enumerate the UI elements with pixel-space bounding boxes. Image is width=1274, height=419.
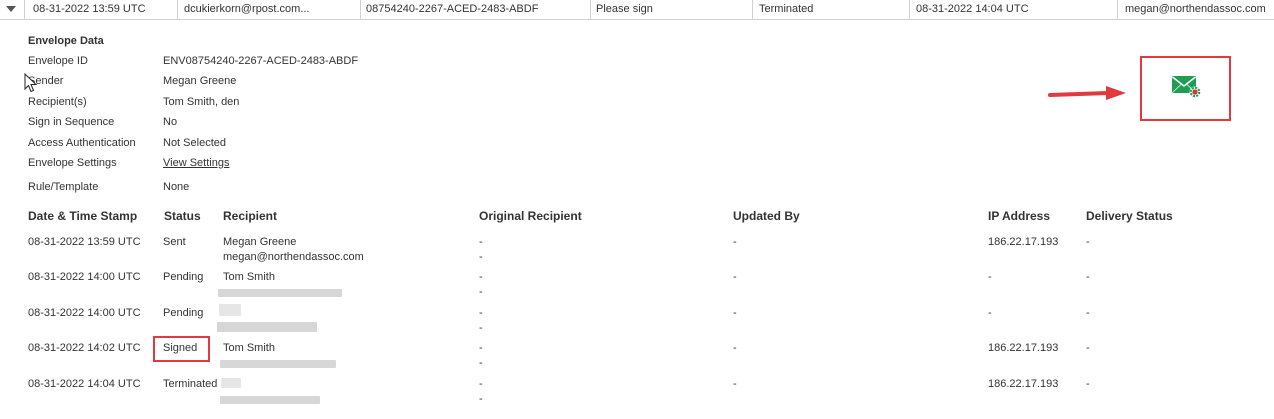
column-separator: [909, 0, 910, 19]
envelope-id-label: Envelope ID: [28, 55, 88, 67]
row-delivery-status: -: [1086, 271, 1090, 283]
row-original-recipient: -: [479, 271, 483, 283]
envelope-summary-row[interactable]: 08-31-2022 13:59 UTC dcukierkorn@rpost.c…: [0, 0, 1274, 20]
summary-recipient: megan@northendassoc.com: [1125, 3, 1266, 15]
col-header-original-recipient: Original Recipient: [479, 209, 582, 223]
row-status: Pending: [163, 307, 204, 319]
row-ip-address: 186.22.17.193: [988, 342, 1059, 354]
row-original-recipient: -: [479, 236, 483, 248]
col-header-delivery-status: Delivery Status: [1086, 209, 1173, 223]
summary-subject: Please sign: [596, 3, 653, 15]
row-timestamp: 08-31-2022 14:00 UTC: [28, 307, 141, 319]
col-header-updated-by: Updated By: [733, 209, 800, 223]
col-header-ip-address: IP Address: [988, 209, 1051, 223]
redacted-email: [218, 289, 342, 297]
row-original-recipient-2: -: [479, 286, 483, 298]
chevron-down-icon[interactable]: [6, 6, 16, 12]
summary-last-updated: 08-31-2022 14:04 UTC: [916, 3, 1029, 15]
col-header-status: Status: [164, 209, 201, 223]
row-original-recipient: -: [479, 307, 483, 319]
access-authentication-label: Access Authentication: [28, 137, 136, 149]
summary-sender: dcukierkorn@rpost.com...: [184, 3, 310, 15]
row-ip-address: -: [988, 271, 992, 283]
row-updated-by: -: [733, 236, 737, 248]
mouse-cursor-icon: [24, 73, 38, 93]
redacted-email: [217, 322, 317, 332]
column-separator: [590, 0, 591, 19]
row-original-recipient-2: -: [479, 322, 483, 334]
access-authentication-value: Not Selected: [163, 137, 226, 149]
row-timestamp: 08-31-2022 14:02 UTC: [28, 342, 141, 354]
row-recipient-email: megan@northendassoc.com: [223, 251, 364, 263]
envelope-gear-icon[interactable]: [1171, 75, 1201, 99]
column-separator: [24, 0, 25, 19]
view-settings-link[interactable]: View Settings: [163, 157, 229, 169]
envelope-data-title: Envelope Data: [28, 35, 104, 47]
red-arrow-icon: [1048, 86, 1126, 100]
column-separator: [177, 0, 178, 19]
row-timestamp: 08-31-2022 14:00 UTC: [28, 271, 141, 283]
row-recipient-name: Tom Smith: [223, 271, 275, 283]
row-recipient-name: Megan Greene: [223, 236, 297, 248]
row-status: Terminated: [163, 378, 218, 390]
row-ip-address: -: [988, 307, 992, 319]
row-delivery-status: -: [1086, 378, 1090, 390]
redacted-email: [220, 396, 320, 404]
row-original-recipient: -: [479, 378, 483, 390]
row-updated-by: -: [733, 307, 737, 319]
sign-in-sequence-label: Sign in Sequence: [28, 116, 115, 128]
rule-template-label: Rule/Template: [28, 181, 99, 193]
row-original-recipient-2: -: [479, 393, 483, 405]
rule-template-value: None: [163, 181, 190, 193]
row-timestamp: 08-31-2022 13:59 UTC: [28, 236, 141, 248]
col-header-timestamp: Date & Time Stamp: [28, 209, 138, 223]
row-ip-address: 186.22.17.193: [988, 378, 1059, 390]
sign-in-sequence-value: No: [163, 116, 178, 128]
redacted-name: [219, 304, 241, 316]
row-updated-by: -: [733, 271, 737, 283]
row-delivery-status: -: [1086, 342, 1090, 354]
row-timestamp: 08-31-2022 14:04 UTC: [28, 378, 141, 390]
redacted-name: [221, 378, 241, 388]
redacted-email: [220, 360, 336, 368]
column-separator: [752, 0, 753, 19]
row-updated-by: -: [733, 342, 737, 354]
envelope-settings-label: Envelope Settings: [28, 157, 117, 169]
summary-date-sent: 08-31-2022 13:59 UTC: [33, 3, 146, 15]
recipients-value: Tom Smith, den: [163, 96, 240, 108]
envelope-id-value: ENV08754240-2267-ACED-2483-ABDF: [163, 55, 359, 67]
summary-envelope-id: 08754240-2267-ACED-2483-ABDF: [366, 3, 539, 15]
row-ip-address: 186.22.17.193: [988, 236, 1059, 248]
row-recipient-name: Tom Smith: [223, 342, 275, 354]
row-delivery-status: -: [1086, 307, 1090, 319]
sender-value: Megan Greene: [163, 75, 237, 87]
summary-status: Terminated: [759, 3, 814, 15]
recipients-label: Recipient(s): [28, 96, 87, 108]
column-separator: [1117, 0, 1118, 19]
column-separator: [360, 0, 361, 19]
row-original-recipient-2: -: [479, 251, 483, 263]
col-header-recipient: Recipient: [223, 209, 278, 223]
row-delivery-status: -: [1086, 236, 1090, 248]
status-highlight-box: [153, 336, 210, 362]
row-original-recipient: -: [479, 342, 483, 354]
row-status: Pending: [163, 271, 204, 283]
row-status: Sent: [163, 236, 186, 248]
row-updated-by: -: [733, 378, 737, 390]
row-original-recipient-2: -: [479, 357, 483, 369]
